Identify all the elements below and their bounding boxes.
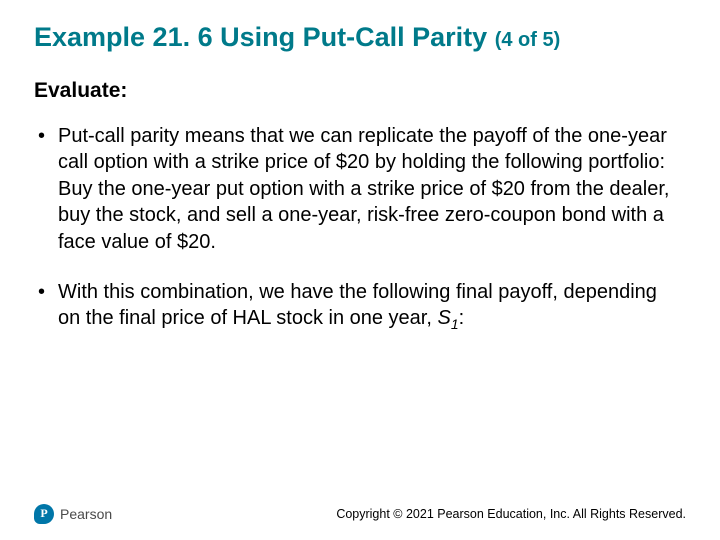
- publisher-name: Pearson: [60, 506, 112, 522]
- publisher-logo: Pearson: [34, 504, 112, 524]
- pearson-icon: [34, 504, 54, 524]
- bullet-text: With this combination, we have the follo…: [58, 281, 657, 329]
- variable-symbol: S: [437, 307, 450, 329]
- bullet-text: Put-call parity means that we can replic…: [58, 125, 669, 253]
- copyright-text: Copyright © 2021 Pearson Education, Inc.…: [336, 507, 686, 521]
- title-main: Example 21. 6 Using Put-Call Parity: [34, 22, 487, 52]
- list-item: With this combination, we have the follo…: [58, 279, 686, 334]
- title-suffix: (4 of 5): [495, 29, 561, 51]
- bullet-list: Put-call parity means that we can replic…: [34, 123, 686, 334]
- slide-title: Example 21. 6 Using Put-Call Parity (4 o…: [34, 22, 686, 53]
- variable-subscript: 1: [451, 316, 459, 332]
- bullet-tail: :: [459, 307, 465, 329]
- evaluate-heading: Evaluate:: [34, 79, 686, 103]
- list-item: Put-call parity means that we can replic…: [58, 123, 686, 255]
- slide: Example 21. 6 Using Put-Call Parity (4 o…: [0, 0, 720, 540]
- footer: Pearson Copyright © 2021 Pearson Educati…: [34, 504, 686, 524]
